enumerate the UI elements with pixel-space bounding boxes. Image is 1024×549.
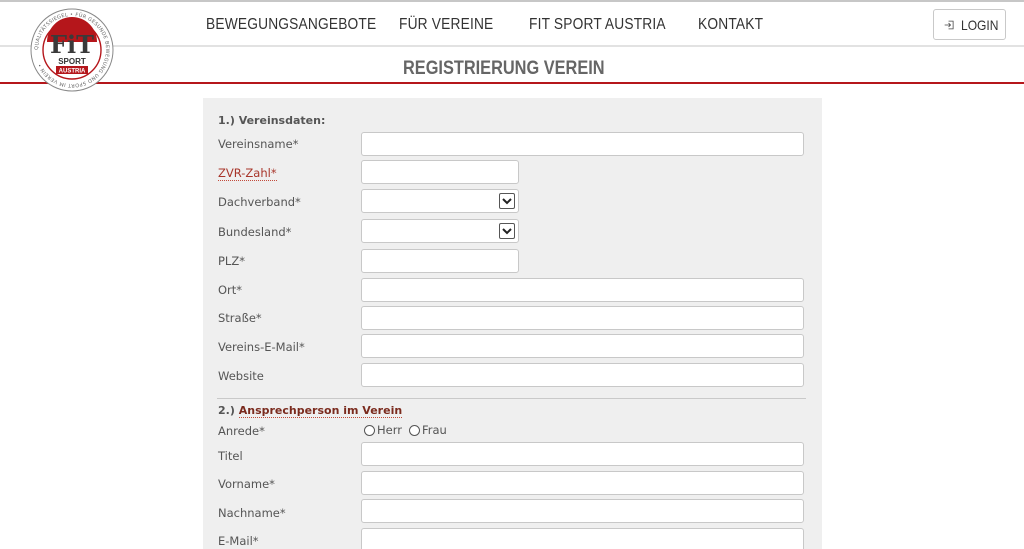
logo-graphic: QUALITÄTSSIEGEL • FÜR GESUNDE BEWEGUNG U… bbox=[30, 8, 114, 92]
label-vorname: Vorname* bbox=[218, 477, 275, 491]
website-input[interactable] bbox=[361, 363, 804, 387]
vorname-input[interactable] bbox=[361, 471, 804, 495]
nav-item-kontakt[interactable]: KONTAKT bbox=[698, 16, 763, 34]
site-logo[interactable]: QUALITÄTSSIEGEL • FÜR GESUNDE BEWEGUNG U… bbox=[30, 8, 114, 92]
login-button[interactable]: LOGIN bbox=[933, 9, 1006, 40]
label-vereinsname: Vereinsname* bbox=[218, 137, 299, 151]
logo-main-text: FiT bbox=[50, 30, 94, 59]
section-vereinsdaten-title: 1.) Vereinsdaten: bbox=[218, 114, 326, 127]
nachname-input[interactable] bbox=[361, 499, 804, 523]
ort-input[interactable] bbox=[361, 278, 804, 302]
label-vereins-email: Vereins-E-Mail* bbox=[218, 340, 305, 354]
chevron-down-icon bbox=[499, 193, 515, 209]
radio-circle[interactable] bbox=[409, 424, 420, 436]
vereins-email-input[interactable] bbox=[361, 334, 804, 358]
label-titel: Titel bbox=[218, 449, 243, 463]
label-email: E-Mail* bbox=[218, 534, 259, 548]
registration-form: 1.) Vereinsdaten: Vereinsname* ZVR-Zahl*… bbox=[203, 98, 822, 549]
radio-herr[interactable]: Herr bbox=[364, 423, 402, 437]
vereinsname-input[interactable] bbox=[361, 132, 804, 156]
label-anrede: Anrede* bbox=[218, 424, 265, 438]
subheader: REGISTRIERUNG VEREIN bbox=[0, 49, 1024, 85]
login-label: LOGIN bbox=[961, 16, 999, 33]
label-website: Website bbox=[218, 369, 264, 383]
accent-divider bbox=[0, 82, 1024, 84]
section-number: 2.) bbox=[218, 404, 235, 417]
label-bundesland: Bundesland* bbox=[218, 225, 292, 239]
strasse-input[interactable] bbox=[361, 306, 804, 330]
email-input[interactable] bbox=[361, 528, 804, 549]
label-dachverband: Dachverband* bbox=[218, 195, 301, 209]
label-ort: Ort* bbox=[218, 283, 243, 297]
titel-input[interactable] bbox=[361, 442, 804, 466]
label-plz: PLZ* bbox=[218, 254, 245, 268]
login-icon bbox=[944, 20, 954, 29]
label-zvr-zahl: ZVR-Zahl* bbox=[218, 166, 277, 181]
nav-item-bewegungsangebote[interactable]: BEWEGUNGSANGEBOTE bbox=[206, 16, 376, 34]
nav-item-fit-sport-austria[interactable]: FIT SPORT AUSTRIA bbox=[529, 16, 666, 34]
dachverband-select[interactable] bbox=[361, 189, 519, 213]
label-nachname: Nachname* bbox=[218, 506, 286, 520]
radio-frau[interactable]: Frau bbox=[409, 423, 447, 437]
bundesland-select[interactable] bbox=[361, 219, 519, 243]
plz-input[interactable] bbox=[361, 249, 519, 273]
zvr-zahl-input[interactable] bbox=[361, 160, 519, 184]
label-strasse: Straße* bbox=[218, 311, 262, 325]
section-ansprechperson-title: 2.) Ansprechperson im Verein bbox=[218, 404, 403, 418]
logo-badge-top: SPORT bbox=[58, 57, 86, 66]
radio-herr-label: Herr bbox=[377, 423, 402, 437]
radio-circle[interactable] bbox=[364, 424, 375, 436]
header: BEWEGUNGSANGEBOTE FÜR VEREINE FIT SPORT … bbox=[0, 2, 1024, 47]
section-title-highlight: Ansprechperson im Verein bbox=[238, 404, 403, 418]
logo-badge-bottom: AUSTRIA bbox=[59, 69, 86, 75]
section-divider bbox=[217, 398, 806, 399]
page-title: REGISTRIERUNG VEREIN bbox=[403, 58, 605, 79]
nav-item-fuer-vereine[interactable]: FÜR VEREINE bbox=[399, 16, 493, 34]
chevron-down-icon bbox=[499, 223, 515, 239]
radio-frau-label: Frau bbox=[422, 423, 447, 437]
